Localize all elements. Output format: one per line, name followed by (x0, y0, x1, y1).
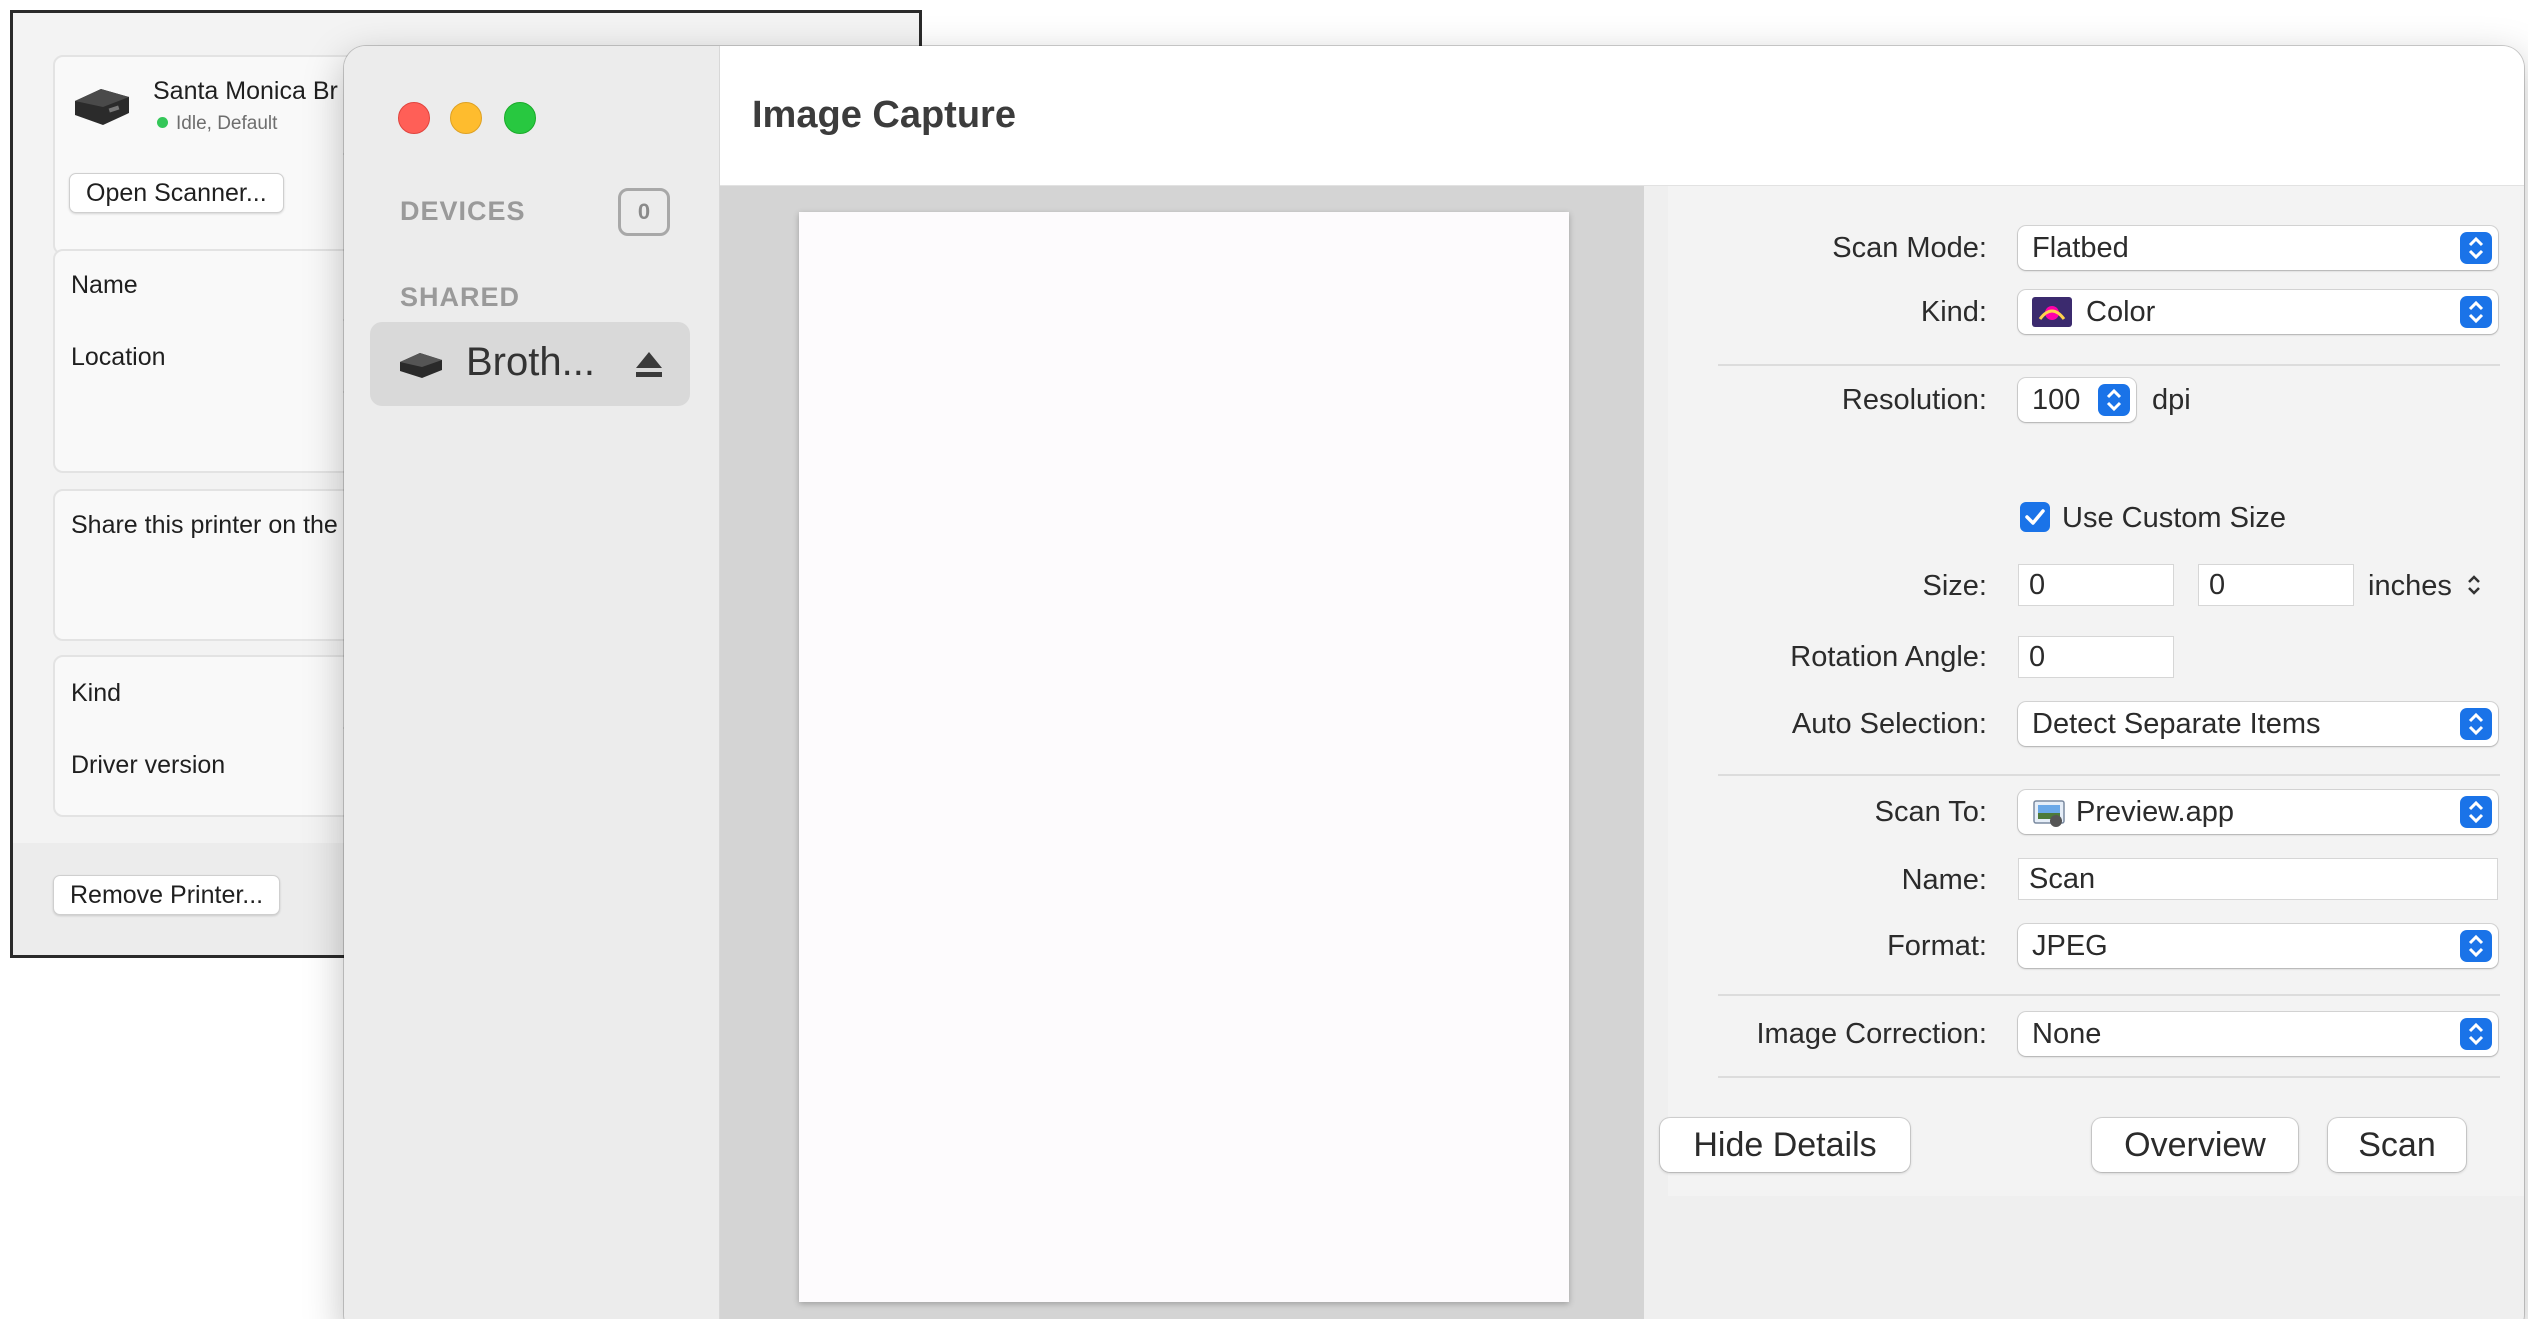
scan-button[interactable]: Scan (2328, 1118, 2466, 1172)
remove-printer-button[interactable]: Remove Printer... (53, 875, 281, 915)
scan-to-popup[interactable]: Preview.app (2018, 790, 2498, 834)
image-correction-popup[interactable]: None (2018, 1012, 2498, 1056)
checkmark-icon (2025, 509, 2045, 525)
kind-label: Kind: (1920, 296, 1987, 328)
name-label: Name (71, 271, 138, 299)
shared-device-name: Broth... (466, 340, 595, 384)
overview-button[interactable]: Overview (2092, 1118, 2298, 1172)
window-title: Image Capture (752, 94, 1016, 136)
resolution-label: Resolution: (1841, 384, 1987, 416)
color-photo-icon (2032, 297, 2072, 327)
shared-header: SHARED (400, 282, 521, 312)
rotation-angle-field[interactable]: 0 (2018, 636, 2174, 678)
location-label: Location (71, 343, 166, 371)
format-value: JPEG (2032, 930, 2108, 962)
preview-app-icon (2033, 800, 2065, 827)
format-popup[interactable]: JPEG (2018, 924, 2498, 968)
auto-selection-value: Detect Separate Items (2032, 708, 2321, 740)
scan-mode-popup[interactable]: Flatbed (2018, 226, 2498, 270)
zoom-window-button[interactable] (504, 102, 536, 134)
minimize-window-button[interactable] (450, 102, 482, 134)
close-window-button[interactable] (398, 102, 430, 134)
format-label: Format: (1887, 930, 1987, 962)
driver-version-label: Driver version (71, 751, 226, 779)
popup-arrows-icon (2460, 930, 2492, 962)
image-capture-window: DEVICES 0 SHARED Broth... Image Capture … (344, 46, 2524, 1319)
resolution-popup[interactable]: 100 (2018, 378, 2136, 422)
separator (1718, 1076, 2500, 1078)
separator (1718, 364, 2500, 366)
scan-preview-page[interactable] (799, 212, 1569, 1302)
scan-mode-value: Flatbed (2032, 232, 2129, 264)
sidebar: DEVICES 0 SHARED Broth... (344, 46, 720, 1319)
scan-name-field[interactable]: Scan (2018, 858, 2498, 900)
hide-details-button[interactable]: Hide Details (1660, 1118, 1910, 1172)
separator (1718, 994, 2500, 996)
size-height-field[interactable]: 0 (2198, 564, 2354, 606)
scan-to-value: Preview.app (2076, 796, 2234, 828)
separator (1718, 774, 2500, 776)
title-bar: Image Capture (720, 46, 2524, 186)
popup-arrows-icon (2460, 1018, 2492, 1050)
auto-selection-label: Auto Selection: (1791, 708, 1987, 740)
printer-status-text: Idle, Default (176, 113, 278, 134)
resolution-value: 100 (2032, 384, 2081, 416)
devices-count-badge: 0 (618, 188, 670, 236)
kind-value: Color (2086, 296, 2156, 328)
size-label: Size: (1922, 570, 1987, 602)
printer-icon (400, 353, 442, 378)
scan-to-label: Scan To: (1874, 796, 1987, 828)
image-correction-value: None (2032, 1018, 2102, 1050)
popup-arrows-icon (2460, 708, 2492, 740)
kind-label: Kind (71, 679, 122, 707)
image-correction-label: Image Correction: (1756, 1018, 1988, 1050)
use-custom-size-label[interactable]: Use Custom Size (2062, 502, 2286, 535)
size-unit-popup[interactable]: inches (2368, 570, 2482, 603)
popup-arrows-icon (2098, 384, 2130, 416)
scan-preview-area[interactable] (720, 186, 1644, 1319)
scan-mode-label: Scan Mode: (1832, 232, 1987, 264)
printer-icon (75, 89, 129, 125)
scan-details-panel: Scan Mode: Flatbed Kind: Color Resolutio… (1644, 186, 2524, 1319)
size-unit-value: inches (2368, 570, 2452, 602)
printer-name: Santa Monica Br (153, 77, 338, 105)
popup-arrows-icon (2460, 796, 2492, 828)
resolution-unit: dpi (2152, 384, 2191, 416)
use-custom-size-checkbox[interactable] (2020, 502, 2050, 532)
printer-status: Idle, Default (157, 113, 277, 135)
name-label: Name: (1901, 864, 1987, 896)
devices-header: DEVICES (400, 196, 526, 226)
status-dot-icon (157, 117, 168, 128)
kind-popup[interactable]: Color (2018, 290, 2498, 334)
eject-icon[interactable] (634, 348, 664, 380)
popup-arrows-icon (2460, 296, 2492, 328)
chevron-up-down-icon (2468, 575, 2480, 595)
sidebar-item-shared-device[interactable]: Broth... (370, 322, 690, 406)
open-scanner-button[interactable]: Open Scanner... (69, 173, 284, 213)
share-printer-label: Share this printer on the (71, 511, 338, 539)
auto-selection-popup[interactable]: Detect Separate Items (2018, 702, 2498, 746)
details-settings-group: Scan Mode: Flatbed Kind: Color Resolutio… (1668, 186, 2524, 1196)
rotation-angle-label: Rotation Angle: (1790, 641, 1987, 673)
size-width-field[interactable]: 0 (2018, 564, 2174, 606)
popup-arrows-icon (2460, 232, 2492, 264)
